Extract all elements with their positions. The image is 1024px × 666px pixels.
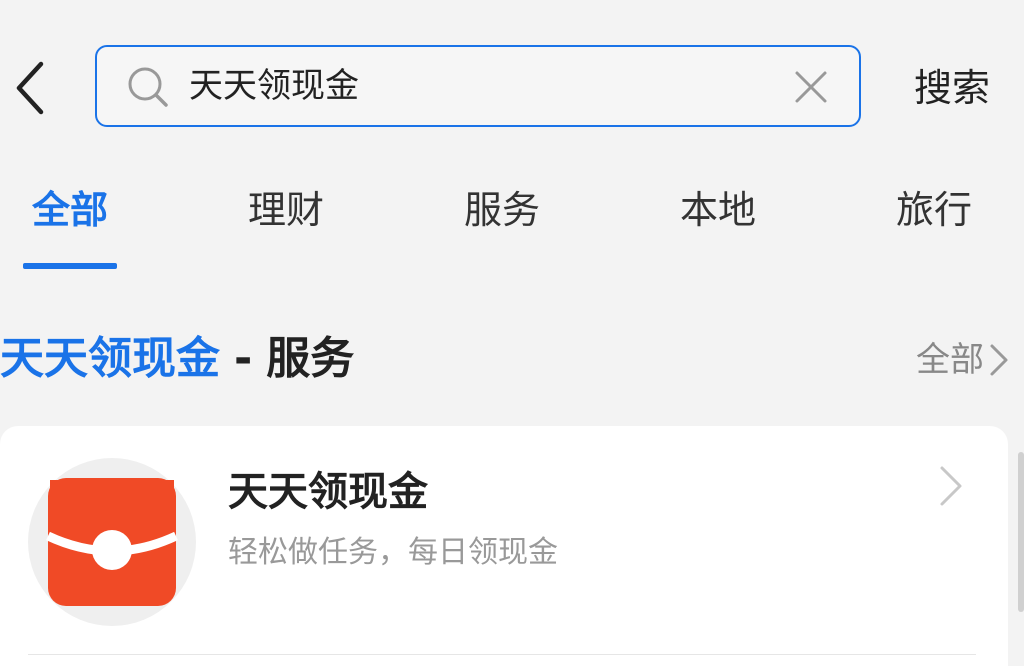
section-title-keyword: 天天领现金: [0, 333, 220, 384]
app-description: 轻松做任务，每日领现金: [228, 535, 558, 570]
tab-travel[interactable]: 旅行: [886, 180, 982, 240]
section-title-category: 服务: [266, 333, 355, 384]
category-tabs: 全部 理财 服务 本地 旅行: [0, 170, 1024, 270]
chevron-right-icon: [990, 344, 1008, 376]
search-button[interactable]: 搜索: [880, 58, 1024, 118]
divider: [28, 654, 976, 655]
app-name: 天天领现金: [228, 469, 428, 515]
chevron-right-icon: [940, 466, 962, 506]
search-icon: [128, 67, 168, 107]
clear-icon[interactable]: [793, 69, 829, 105]
section-title: 天天领现金 - 服务: [0, 326, 354, 392]
chevron-left-icon: [16, 61, 44, 115]
section-title-separator: -: [234, 333, 253, 384]
search-query-text: 天天领现金: [189, 66, 359, 106]
search-input[interactable]: 天天领现金: [95, 45, 861, 127]
active-tab-indicator: [23, 263, 117, 269]
back-button[interactable]: [6, 58, 54, 118]
tab-local[interactable]: 本地: [670, 180, 766, 240]
tab-all[interactable]: 全部: [23, 180, 117, 240]
result-card[interactable]: 天天领现金 轻松做任务，每日领现金: [0, 426, 1008, 666]
see-all-button[interactable]: 全部: [916, 336, 1010, 384]
scrollbar[interactable]: [1018, 452, 1024, 612]
search-results-page: 天天领现金 搜索 全部 理财 服务 本地 旅行 天天领现金 - 服务 全部 天天…: [0, 0, 1024, 666]
tab-finance[interactable]: 理财: [238, 180, 334, 240]
red-envelope-icon: [28, 458, 196, 626]
tab-services[interactable]: 服务: [454, 180, 550, 240]
see-all-label: 全部: [916, 340, 984, 380]
